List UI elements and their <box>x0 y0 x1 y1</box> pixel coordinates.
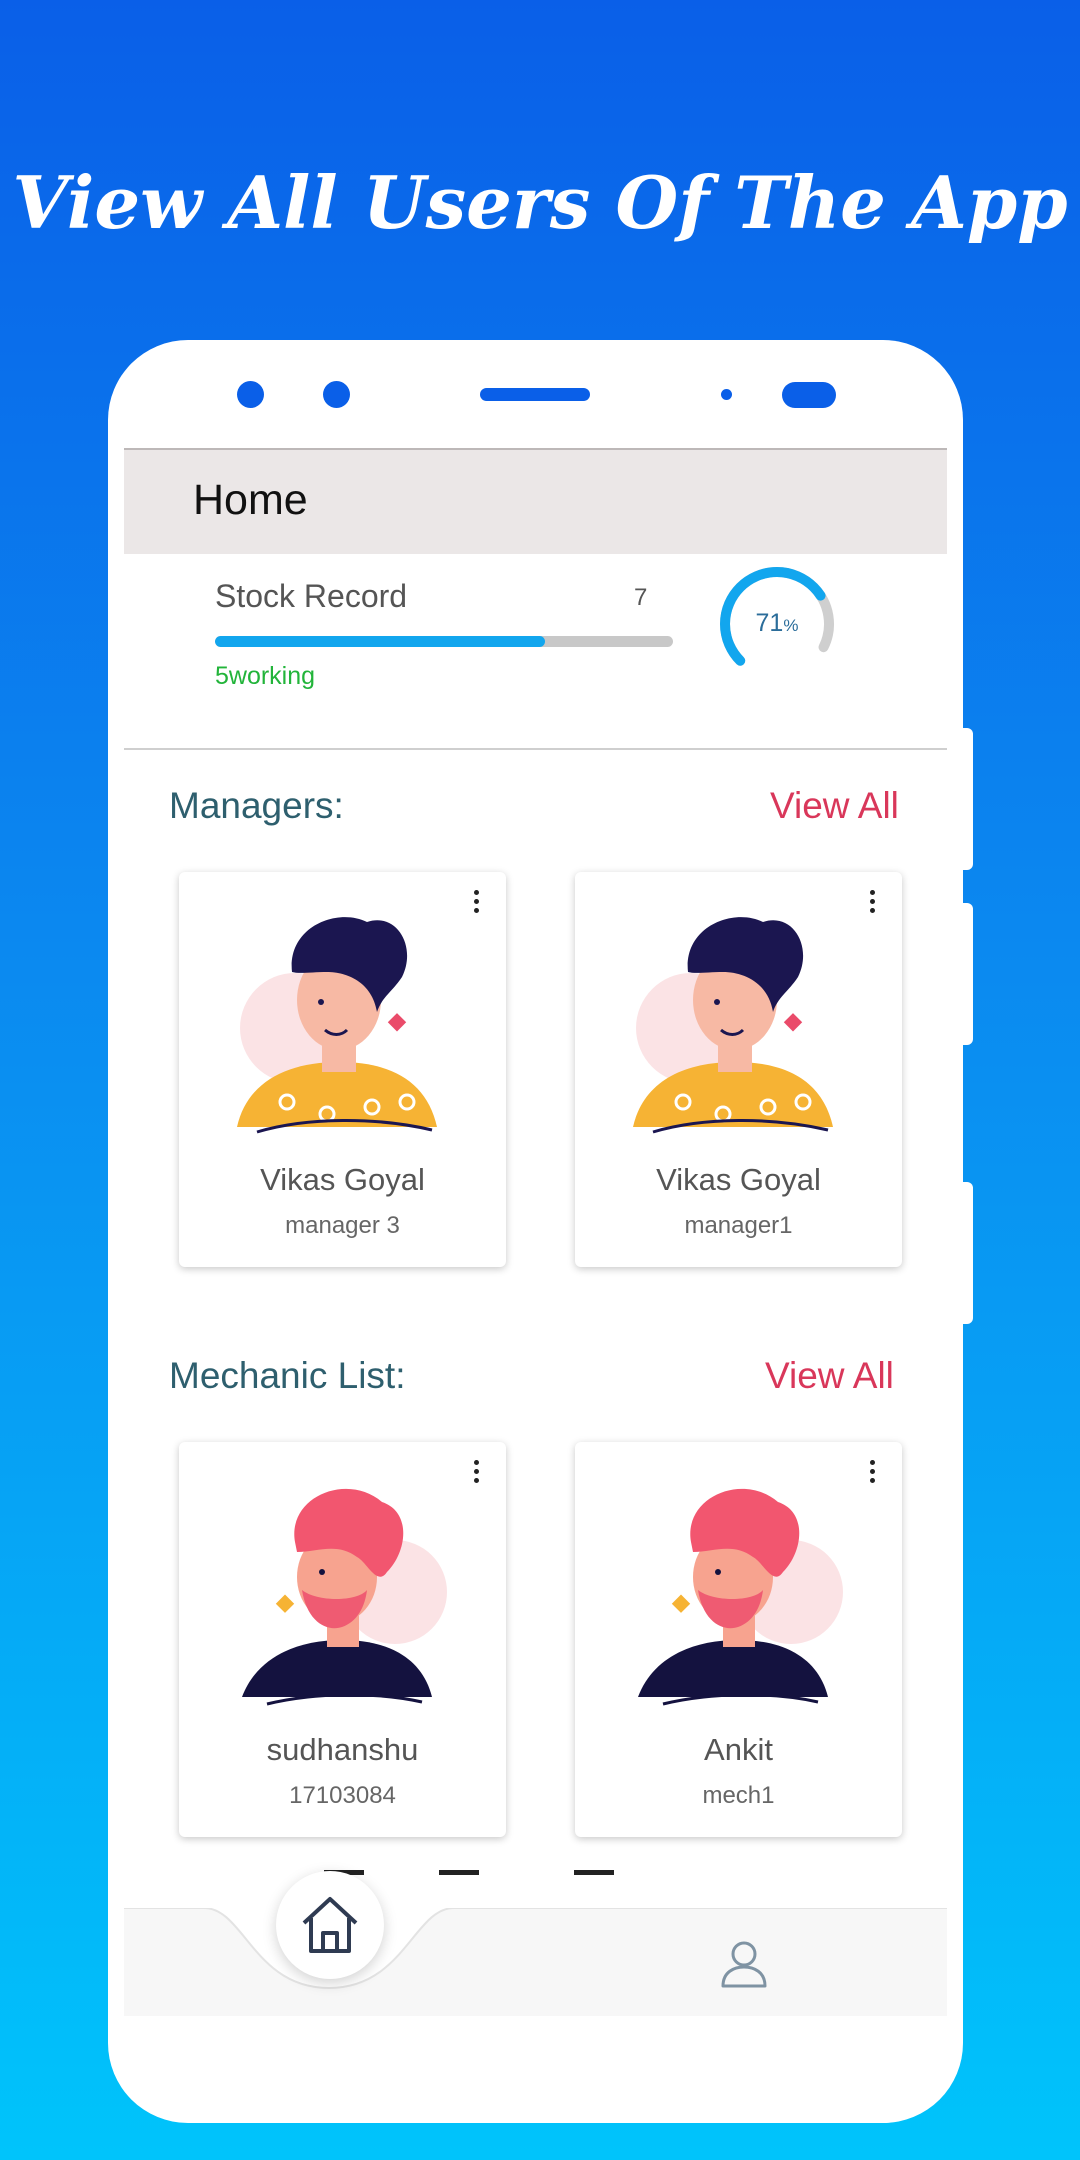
home-icon <box>302 1897 358 1953</box>
bottom-nav-bar <box>124 1908 947 2016</box>
phone-sensor-pill <box>782 382 836 408</box>
phone-speaker <box>480 388 590 401</box>
manager-name: Vikas Goyal <box>260 1162 425 1197</box>
manager-name: Vikas Goyal <box>656 1162 821 1197</box>
manager-role: manager 3 <box>285 1212 400 1239</box>
page-title: Home <box>193 476 308 524</box>
phone-side-button <box>963 1182 973 1324</box>
app-screen: Home Stock Record 7 5working 71% Manager… <box>124 448 947 2016</box>
phone-camera-dot <box>237 381 264 408</box>
profile-nav-button[interactable] <box>714 1934 774 1994</box>
app-bar: Home <box>124 448 947 554</box>
more-vert-icon[interactable] <box>862 1456 882 1496</box>
home-nav-button[interactable] <box>276 1871 384 1979</box>
mechanic-name: sudhanshu <box>266 1732 419 1767</box>
phone-side-button <box>963 903 973 1045</box>
managers-view-all-link[interactable]: View All <box>770 785 899 827</box>
promo-headline: View All Users Of The App <box>12 160 1068 245</box>
gauge-suffix: % <box>783 616 798 635</box>
stock-progress-fill <box>215 636 545 647</box>
stock-progress-bar <box>215 636 673 647</box>
gauge-percent: 71 <box>756 609 784 637</box>
manager-card[interactable]: Vikas Goyal manager 3 <box>179 872 506 1267</box>
mechanic-avatar <box>638 1488 843 1706</box>
manager-card[interactable]: Vikas Goyal manager1 <box>575 872 902 1267</box>
managers-title: Managers: <box>169 785 344 826</box>
mechanics-view-all-link[interactable]: View All <box>765 1355 894 1397</box>
mechanic-avatar <box>242 1488 447 1706</box>
phone-sensor-dot <box>721 389 732 400</box>
section-divider <box>124 748 947 750</box>
manager-role: manager1 <box>684 1212 793 1239</box>
mechanic-role: 17103084 <box>289 1782 396 1809</box>
svg-text:71%: 71% <box>756 609 799 637</box>
phone-camera-dot <box>323 381 350 408</box>
person-icon <box>721 1941 767 1988</box>
mechanic-card[interactable]: sudhanshu 17103084 <box>179 1442 506 1837</box>
scrolled-content-fragment <box>324 1870 614 1875</box>
mechanic-name: Ankit <box>704 1732 773 1767</box>
stock-record-label: Stock Record <box>215 578 408 614</box>
mechanics-title: Mechanic List: <box>169 1355 406 1396</box>
manager-avatar <box>633 917 833 1134</box>
stock-record-count: 7 <box>634 584 648 611</box>
more-vert-icon[interactable] <box>466 1456 486 1496</box>
more-vert-icon[interactable] <box>862 886 882 926</box>
stock-status-text: 5working <box>215 662 316 690</box>
more-vert-icon[interactable] <box>466 886 486 926</box>
mechanic-card[interactable]: Ankit mech1 <box>575 1442 902 1837</box>
mechanic-role: mech1 <box>702 1782 775 1809</box>
stock-gauge: 71% <box>720 567 834 681</box>
phone-side-button <box>963 728 973 870</box>
manager-avatar <box>237 917 437 1134</box>
